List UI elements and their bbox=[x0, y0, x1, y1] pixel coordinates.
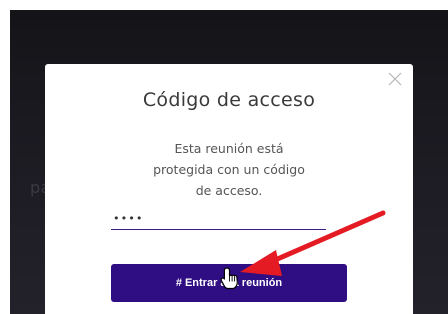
dialog-message: Esta reunión está protegida con un códig… bbox=[153, 141, 305, 198]
close-icon[interactable] bbox=[387, 71, 403, 87]
screenshot-canvas: pass Código de acceso Esta reunión está … bbox=[0, 0, 448, 314]
enter-meeting-button[interactable]: # Entrar a la reunión bbox=[111, 264, 347, 302]
enter-button-hash: # bbox=[175, 277, 182, 289]
passcode-dialog: Código de acceso Esta reunión está prote… bbox=[45, 64, 413, 314]
enter-button-label: Entrar a la reunión bbox=[184, 277, 283, 289]
dialog-title: Código de acceso bbox=[142, 89, 316, 111]
passcode-input[interactable] bbox=[111, 207, 326, 230]
